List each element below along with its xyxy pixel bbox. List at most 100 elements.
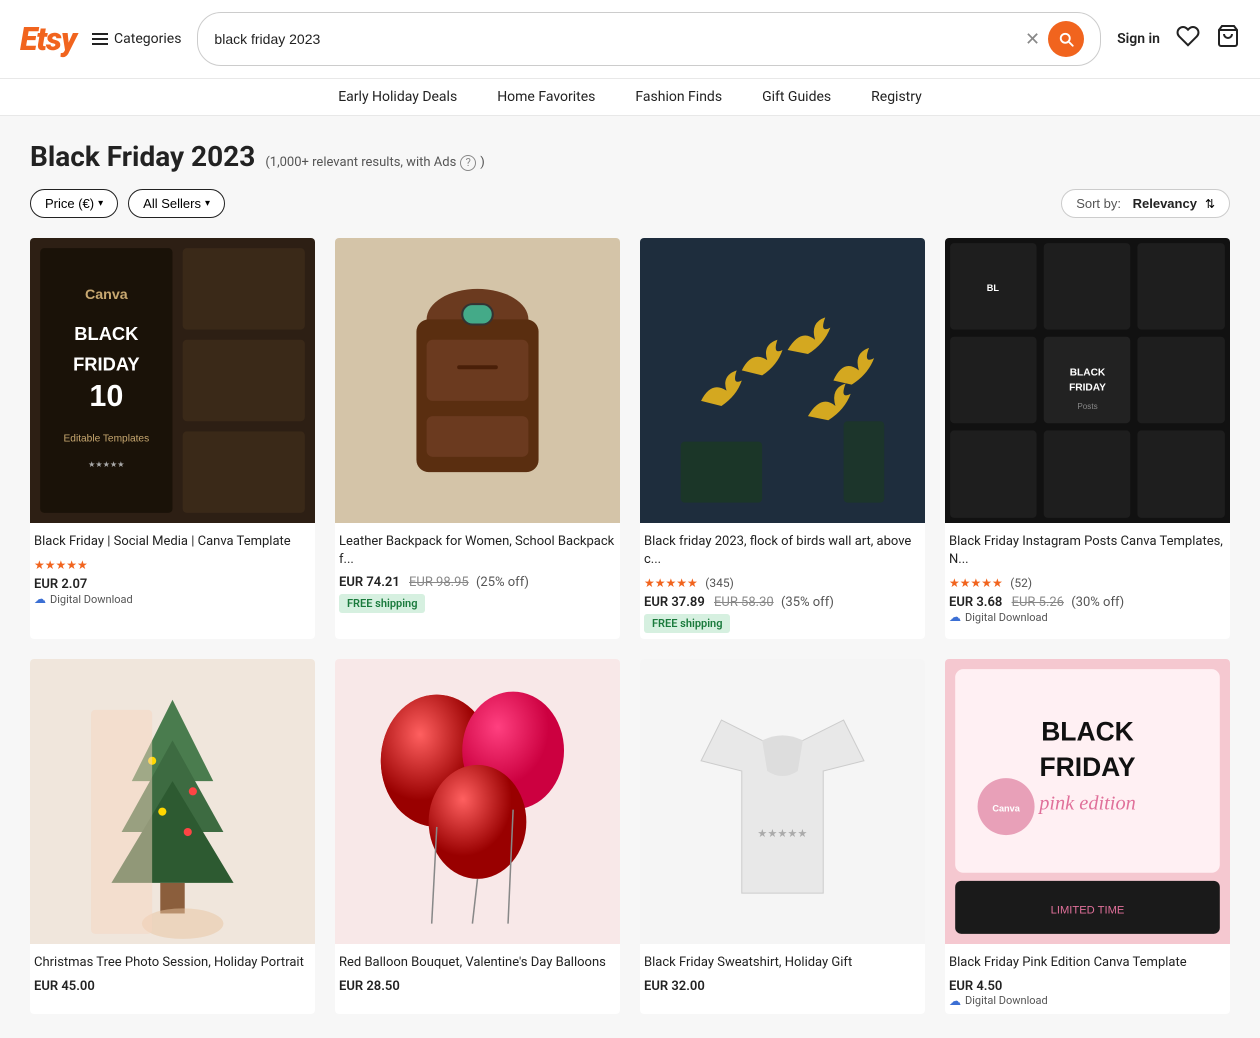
product-info: Black friday 2023, flock of birds wall a… xyxy=(640,523,925,639)
product-rating: ★★★★★ (52) xyxy=(949,575,1226,591)
svg-text:LIMITED TIME: LIMITED TIME xyxy=(1051,905,1125,917)
hamburger-icon xyxy=(92,33,108,45)
price-row: EUR 37.89 EUR 58.30 (35% off) xyxy=(644,595,921,610)
svg-text:Editable Templates: Editable Templates xyxy=(64,434,150,445)
price-filter-label: Price (€) xyxy=(45,196,94,211)
sort-value: Relevancy xyxy=(1133,196,1197,211)
product-card[interactable]: Black friday 2023, flock of birds wall a… xyxy=(640,238,925,639)
svg-text:★★★★★: ★★★★★ xyxy=(88,460,124,469)
svg-text:FRIDAY: FRIDAY xyxy=(1039,752,1135,782)
product-name: Black friday 2023, flock of birds wall a… xyxy=(644,533,921,569)
product-price: EUR 45.00 xyxy=(34,979,95,994)
svg-text:BLACK: BLACK xyxy=(74,323,139,344)
nav-item[interactable]: Gift Guides xyxy=(762,89,831,105)
cloud-icon: ☁ xyxy=(34,592,46,606)
svg-text:Posts: Posts xyxy=(1077,402,1097,411)
filters-left: Price (€) ▾ All Sellers ▾ xyxy=(30,189,225,218)
results-info: (1,000+ relevant results, with Ads ? ) xyxy=(265,155,485,171)
search-input[interactable] xyxy=(214,31,1017,47)
svg-text:FRIDAY: FRIDAY xyxy=(73,353,139,374)
product-price: EUR 32.00 xyxy=(644,979,705,994)
price-row: EUR 32.00 xyxy=(644,979,921,994)
product-price: EUR 74.21 xyxy=(339,575,400,590)
discount-badge: (25% off) xyxy=(476,575,529,590)
svg-text:BL: BL xyxy=(987,283,1000,293)
sellers-filter-button[interactable]: All Sellers ▾ xyxy=(128,189,225,218)
free-shipping-badge: FREE shipping xyxy=(644,614,730,633)
sort-button[interactable]: Sort by: Relevancy ⇅ xyxy=(1061,189,1230,218)
nav-item[interactable]: Early Holiday Deals xyxy=(338,89,457,105)
cloud-icon: ☁ xyxy=(949,994,961,1008)
favorites-button[interactable] xyxy=(1176,24,1200,54)
product-name: Black Friday Pink Edition Canva Template xyxy=(949,954,1226,972)
product-info: Black Friday Sweatshirt, Holiday Gift EU… xyxy=(640,944,925,999)
product-card[interactable]: BLACK FRIDAY pink edition Canva LIMITED … xyxy=(945,659,1230,1013)
product-name: Christmas Tree Photo Session, Holiday Po… xyxy=(34,954,311,972)
chevron-down-icon: ▾ xyxy=(98,198,103,209)
product-image: BLACK FRIDAY pink edition Canva LIMITED … xyxy=(945,659,1230,944)
star-rating: ★★★★★ xyxy=(34,558,88,572)
product-card[interactable]: Red Balloon Bouquet, Valentine's Day Bal… xyxy=(335,659,620,1013)
svg-text:Canva: Canva xyxy=(992,804,1020,814)
cart-button[interactable] xyxy=(1216,24,1240,54)
svg-text:FRIDAY: FRIDAY xyxy=(1069,383,1106,394)
product-card[interactable]: Canva BLACK FRIDAY 10 Editable Templates… xyxy=(30,238,315,639)
nav-item[interactable]: Registry xyxy=(871,89,922,105)
price-row: EUR 3.68 EUR 5.26 (30% off) xyxy=(949,595,1226,610)
discount-badge: (30% off) xyxy=(1071,595,1124,610)
product-image xyxy=(640,238,925,523)
svg-text:Canva: Canva xyxy=(85,287,129,303)
original-price: EUR 98.95 xyxy=(409,575,469,590)
main-nav: Early Holiday Deals Home Favorites Fashion… xyxy=(0,79,1260,116)
etsy-logo[interactable]: Etsy xyxy=(20,20,76,58)
product-grid: Canva BLACK FRIDAY 10 Editable Templates… xyxy=(30,238,1230,1014)
nav-item[interactable]: Home Favorites xyxy=(497,89,595,105)
chevron-down-icon: ▾ xyxy=(205,198,210,209)
product-price: EUR 37.89 xyxy=(644,595,705,610)
product-info: Black Friday Pink Edition Canva Template… xyxy=(945,944,1230,1013)
svg-text:pink edition: pink edition xyxy=(1037,793,1136,815)
search-clear-button[interactable]: ✕ xyxy=(1017,29,1048,50)
product-card[interactable]: Leather Backpack for Women, School Backp… xyxy=(335,238,620,639)
search-submit-button[interactable] xyxy=(1048,21,1084,57)
digital-download-badge: ☁ Digital Download xyxy=(949,994,1226,1008)
product-rating: ★★★★★ (345) xyxy=(644,575,921,591)
product-name: Leather Backpack for Women, School Backp… xyxy=(339,533,616,569)
info-icon[interactable]: ? xyxy=(460,155,476,171)
nav-item[interactable]: Fashion Finds xyxy=(635,89,722,105)
sign-in-link[interactable]: Sign in xyxy=(1117,31,1160,47)
categories-button[interactable]: Categories xyxy=(92,31,181,47)
product-image: BL BLACK FRIDAY Posts xyxy=(945,238,1230,523)
product-price: EUR 3.68 xyxy=(949,595,1002,610)
product-card[interactable]: Christmas Tree Photo Session, Holiday Po… xyxy=(30,659,315,1013)
header-actions: Sign in xyxy=(1117,24,1240,54)
sort-icon: ⇅ xyxy=(1205,197,1215,211)
site-header: Etsy Categories ✕ Sign in xyxy=(0,0,1260,79)
product-image: Canva BLACK FRIDAY 10 Editable Templates… xyxy=(30,238,315,523)
cart-icon xyxy=(1216,24,1240,48)
product-price: EUR 4.50 xyxy=(949,979,1002,994)
product-name: Black Friday Sweatshirt, Holiday Gift xyxy=(644,954,921,972)
sellers-filter-label: All Sellers xyxy=(143,196,201,211)
svg-text:10: 10 xyxy=(89,379,123,413)
product-rating: ★★★★★ xyxy=(34,557,311,573)
review-count: (52) xyxy=(1010,576,1032,590)
svg-text:BLACK: BLACK xyxy=(1070,367,1106,378)
svg-text:BLACK: BLACK xyxy=(1041,717,1134,747)
product-card[interactable]: ★★★★★ Black Friday Sweatshirt, Holiday G… xyxy=(640,659,925,1013)
price-filter-button[interactable]: Price (€) ▾ xyxy=(30,189,118,218)
price-row: EUR 28.50 xyxy=(339,979,616,994)
product-info: Black Friday | Social Media | Canva Temp… xyxy=(30,523,315,612)
product-info: Leather Backpack for Women, School Backp… xyxy=(335,523,620,619)
product-card[interactable]: BL BLACK FRIDAY Posts Black Friday Insta… xyxy=(945,238,1230,639)
product-name: Red Balloon Bouquet, Valentine's Day Bal… xyxy=(339,954,616,972)
main-content: Black Friday 2023 (1,000+ relevant resul… xyxy=(0,116,1260,1038)
product-name: Black Friday Instagram Posts Canva Templ… xyxy=(949,533,1226,569)
search-icon xyxy=(1057,30,1075,48)
heart-icon xyxy=(1176,24,1200,48)
original-price: EUR 58.30 xyxy=(714,595,774,610)
cloud-icon: ☁ xyxy=(949,610,961,624)
discount-badge: (35% off) xyxy=(781,595,834,610)
product-info: Black Friday Instagram Posts Canva Templ… xyxy=(945,523,1230,630)
product-image xyxy=(335,659,620,944)
